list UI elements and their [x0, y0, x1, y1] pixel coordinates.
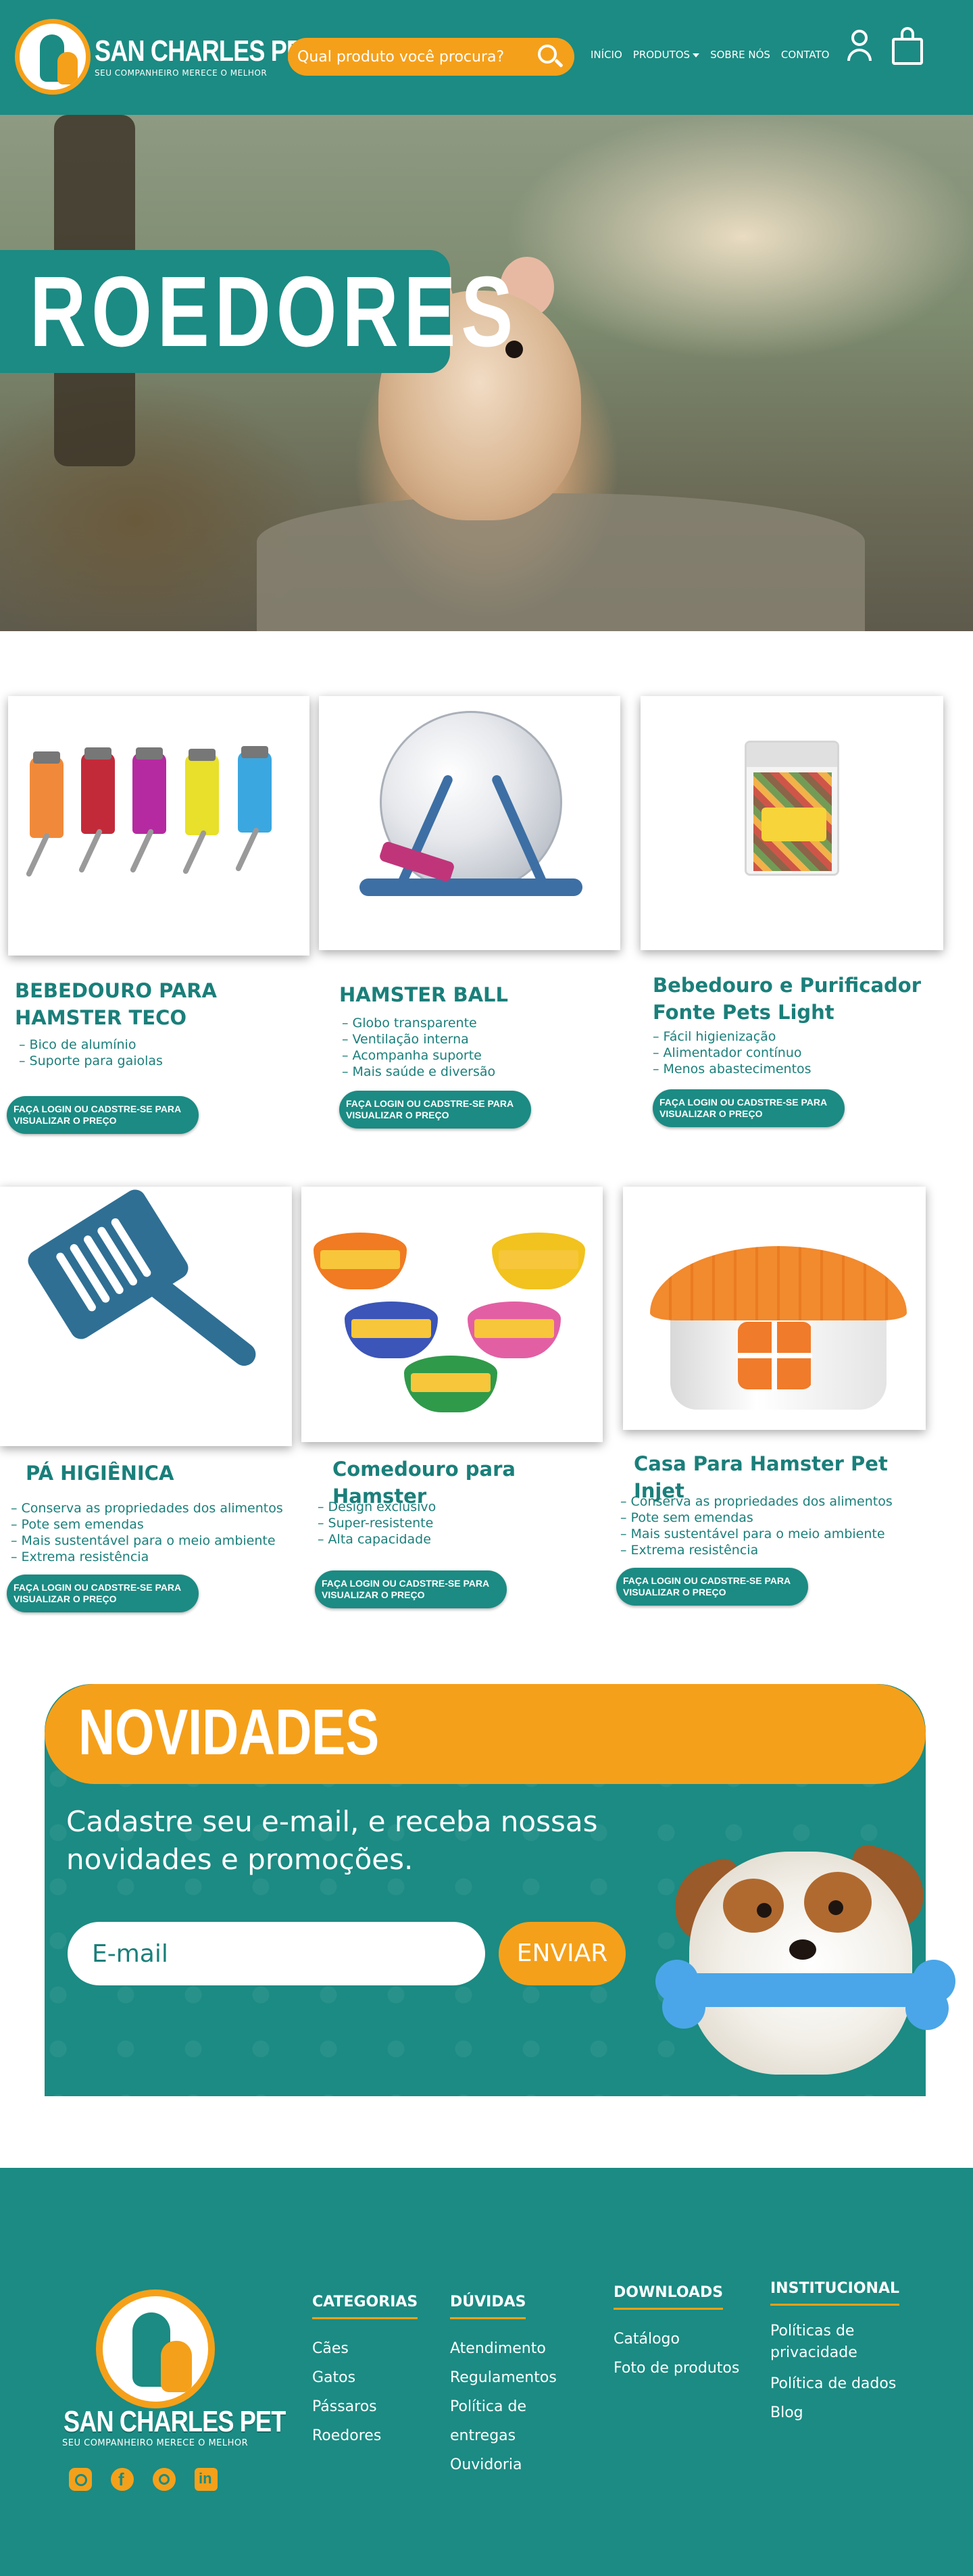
feature-item: – Design exclusivo: [318, 1500, 436, 1514]
feature-item: – Mais saúde e diversão: [342, 1064, 496, 1079]
footer-column-title: CATEGORIAS: [312, 2294, 418, 2319]
product-title[interactable]: Bebedouro e Purificador Fonte Pets Light: [653, 972, 937, 1026]
login-to-see-price-button[interactable]: FAÇA LOGIN OU CADSTRE-SE PARA VISUALIZAR…: [7, 1575, 199, 1612]
feature-item: – Acompanha suporte: [342, 1048, 482, 1063]
site-footer: SAN CHARLES PET SEU COMPANHEIRO MERECE O…: [0, 2168, 973, 2576]
nav-about[interactable]: SOBRE NÓS: [710, 49, 770, 61]
newsletter-header: NOVIDADES: [45, 1684, 926, 1784]
feature-item: – Conserva as propriedades dos alimentos: [11, 1501, 283, 1516]
footer-link[interactable]: Ouvidoria: [450, 2450, 578, 2479]
footer-column-title: DOWNLOADS: [614, 2284, 724, 2310]
feature-item: – Conserva as propriedades dos alimentos: [620, 1494, 893, 1509]
product-image-food-bowls[interactable]: [301, 1187, 603, 1442]
footer-link[interactable]: Catálogo: [614, 2325, 739, 2354]
login-to-see-price-button[interactable]: FAÇA LOGIN OU CADSTRE-SE PARA VISUALIZAR…: [7, 1096, 199, 1134]
nav-contact[interactable]: CONTATO: [781, 49, 830, 61]
product-image-water-bottles[interactable]: [8, 696, 309, 956]
hero-rock: [257, 493, 865, 631]
hero-title-box: ROEDORES: [0, 250, 513, 373]
newsletter-text: Cadastre seu e-mail, e receba nossas nov…: [66, 1805, 598, 1876]
product-features: – Bico de alumínio – Suporte para gaiola…: [19, 1037, 163, 1069]
user-icon[interactable]: [846, 30, 873, 64]
footer-brand-slogan: SEU COMPANHEIRO MERECE O MELHOR: [62, 2438, 249, 2448]
footer-column-institutional: INSTITUCIONAL Políticas de privacidade P…: [770, 2280, 919, 2427]
nav-products-label: PRODUTOS: [632, 49, 691, 61]
footer-brand-name: SAN CHARLES PET: [64, 2405, 286, 2438]
product-features: – Design exclusivo – Super-resistente – …: [318, 1499, 436, 1547]
feature-item: – Pote sem emendas: [11, 1517, 144, 1532]
feature-item: – Bico de alumínio: [19, 1037, 136, 1052]
search-input[interactable]: [297, 48, 537, 66]
product-features: – Conserva as propriedades dos alimentos…: [620, 1493, 893, 1558]
feature-item: – Extrema resistência: [11, 1550, 149, 1564]
instagram-icon[interactable]: [69, 2468, 92, 2491]
page-title: ROEDORES: [30, 256, 519, 368]
product-title[interactable]: BEBEDOURO PARA HAMSTER TECO: [15, 977, 258, 1031]
product-image-hamster-ball[interactable]: [319, 696, 620, 950]
footer-column-downloads: DOWNLOADS Catálogo Foto de produtos: [614, 2284, 739, 2383]
footer-link[interactable]: Pássaros: [312, 2392, 418, 2421]
footer-column-questions: DÚVIDAS Atendimento Regulamentos Polític…: [450, 2294, 578, 2479]
footer-link[interactable]: Gatos: [312, 2363, 418, 2392]
subscribe-button[interactable]: ENVIAR: [499, 1922, 626, 1985]
footer-link[interactable]: Foto de produtos: [614, 2354, 739, 2383]
facebook-icon[interactable]: [111, 2468, 134, 2491]
feature-item: – Pote sem emendas: [620, 1510, 753, 1525]
footer-column-title: DÚVIDAS: [450, 2294, 526, 2319]
footer-link[interactable]: Política de entregas: [450, 2392, 578, 2450]
cat-silhouette-icon: [161, 2341, 192, 2392]
dog-with-bone-image: [655, 1838, 955, 2096]
footer-link[interactable]: Blog: [770, 2398, 919, 2427]
product-image-litter-scoop[interactable]: [0, 1187, 292, 1446]
feature-item: – Ventilação interna: [342, 1032, 469, 1047]
feature-item: – Suporte para gaiolas: [19, 1054, 163, 1068]
login-to-see-price-button[interactable]: FAÇA LOGIN OU CADSTRE-SE PARA VISUALIZAR…: [315, 1570, 507, 1608]
feature-item: – Mais sustentável para o meio ambiente: [11, 1533, 276, 1548]
feature-item: – Alta capacidade: [318, 1532, 431, 1547]
feature-item: – Extrema resistência: [620, 1543, 759, 1558]
product-features: – Conserva as propriedades dos alimentos…: [11, 1500, 283, 1565]
whatsapp-icon[interactable]: [153, 2468, 176, 2491]
nav-home[interactable]: INÍCIO: [591, 49, 622, 61]
product-title[interactable]: PÁ HIGIÊNICA: [26, 1460, 282, 1487]
footer-logo[interactable]: [96, 2289, 215, 2408]
footer-link[interactable]: Política de dados: [770, 2369, 919, 2398]
product-image-hamster-house[interactable]: [623, 1187, 926, 1430]
footer-column-categories: CATEGORIAS Cães Gatos Pássaros Roedores: [312, 2294, 418, 2450]
feature-item: – Super-resistente: [318, 1516, 434, 1531]
footer-link[interactable]: Roedores: [312, 2421, 418, 2450]
product-title[interactable]: HAMSTER BALL: [339, 981, 596, 1008]
hero-banner: ROEDORES: [0, 115, 973, 631]
feature-item: – Mais sustentável para o meio ambiente: [620, 1527, 885, 1541]
product-features: – Globo transparente – Ventilação intern…: [342, 1015, 495, 1080]
search-icon[interactable]: [537, 43, 564, 70]
footer-link[interactable]: Regulamentos: [450, 2363, 578, 2392]
search-bar: [288, 38, 574, 76]
product-features: – Fácil higienização – Alimentador contí…: [653, 1029, 812, 1077]
feature-item: – Fácil higienização: [653, 1029, 776, 1044]
login-to-see-price-button[interactable]: FAÇA LOGIN OU CADSTRE-SE PARA VISUALIZAR…: [339, 1091, 531, 1129]
brand-name: SAN CHARLES PET: [95, 34, 317, 68]
social-links: [69, 2468, 218, 2491]
footer-column-title: INSTITUCIONAL: [770, 2280, 899, 2306]
cat-silhouette-icon: [57, 52, 78, 84]
footer-link[interactable]: Políticas de privacidade: [770, 2321, 919, 2364]
email-field[interactable]: [68, 1922, 485, 1985]
chevron-down-icon: [693, 53, 700, 57]
login-to-see-price-button[interactable]: FAÇA LOGIN OU CADSTRE-SE PARA VISUALIZAR…: [653, 1089, 845, 1127]
site-header: SAN CHARLES PET SEU COMPANHEIRO MERECE O…: [0, 0, 973, 115]
login-to-see-price-button[interactable]: FAÇA LOGIN OU CADSTRE-SE PARA VISUALIZAR…: [616, 1568, 808, 1606]
feature-item: – Globo transparente: [342, 1016, 477, 1031]
feature-item: – Menos abastecimentos: [653, 1062, 812, 1076]
shopping-bag-icon[interactable]: [891, 27, 924, 65]
logo-emblem: [15, 19, 91, 95]
main-nav: INÍCIO PRODUTOS SOBRE NÓS CONTATO: [591, 49, 830, 61]
nav-products[interactable]: PRODUTOS: [632, 49, 700, 61]
feature-item: – Alimentador contínuo: [653, 1045, 802, 1060]
product-image-fountain[interactable]: [641, 696, 943, 950]
footer-link[interactable]: Atendimento: [450, 2334, 578, 2363]
newsletter-title: NOVIDADES: [78, 1696, 380, 1768]
footer-link[interactable]: Cães: [312, 2334, 418, 2363]
linkedin-icon[interactable]: [195, 2468, 218, 2491]
